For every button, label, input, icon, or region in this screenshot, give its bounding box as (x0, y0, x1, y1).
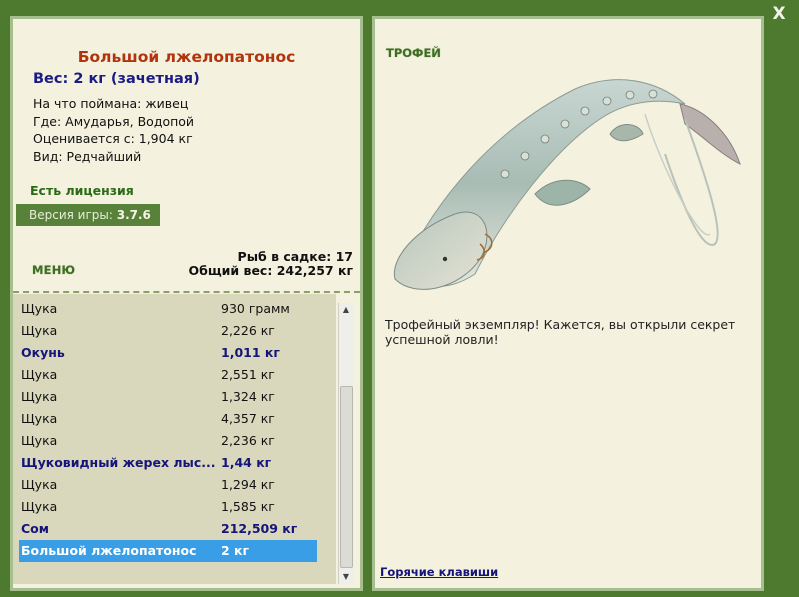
list-item-name: Щука (21, 389, 58, 404)
list-item-name: Щука (21, 301, 58, 316)
license-status: Есть лицензия (30, 183, 134, 198)
list-item[interactable]: Щука 930 грамм (19, 298, 317, 320)
version-bar: Версия игры: 3.7.6 (16, 204, 160, 226)
list-item-weight: 2,551 кг (221, 367, 275, 382)
list-item-selected[interactable]: Большой лжелопатонос 2 кг (19, 540, 317, 562)
scroll-thumb[interactable] (340, 386, 353, 568)
list-item[interactable]: Щука 2,551 кг (19, 364, 317, 386)
catch-list: Щука 930 грамм Щука 2,226 кг Окунь 1,011 кг Щу… (13, 294, 336, 584)
version-value: 3.7.6 (116, 208, 151, 222)
list-item-weight: 930 грамм (221, 301, 290, 316)
list-item[interactable]: Щука 2,236 кг (19, 430, 317, 452)
fish-weight: Вес: 2 кг (зачетная) (33, 71, 200, 87)
list-item-name: Окунь (21, 345, 65, 360)
fish-count: Рыб в садке: 17 (237, 249, 353, 264)
scroll-down-arrow-icon[interactable]: ▼ (339, 570, 353, 584)
list-item-name: Щука (21, 411, 58, 426)
trophy-label: ТРОФЕЙ (386, 46, 441, 60)
fish-title: Большой лжелопатонос (77, 48, 296, 66)
hotkeys-link[interactable]: Горячие клавиши (380, 565, 498, 579)
list-item-weight: 2,236 кг (221, 433, 275, 448)
divider (13, 291, 360, 293)
list-item-name: Большой лжелопатонос (21, 543, 197, 558)
detail-location: Где: Амударья, Водопой (33, 113, 195, 129)
list-item-name: Щука (21, 499, 58, 514)
list-item-weight: 4,357 кг (221, 411, 275, 426)
list-item-name: Щука (21, 323, 58, 338)
detail-min-weight: Оценивается с: 1,904 кг (33, 131, 193, 146)
list-item[interactable]: Щука 1,324 кг (19, 386, 317, 408)
close-button[interactable]: X (769, 4, 789, 24)
list-item[interactable]: Щука 1,294 кг (19, 474, 317, 496)
list-item-weight: 1,294 кг (221, 477, 275, 492)
list-item[interactable]: Щуковидный жерех лыс... 1,44 кг (19, 452, 317, 474)
list-item[interactable]: Щука 2,226 кг (19, 320, 317, 342)
list-item-weight: 1,011 кг (221, 345, 280, 360)
version-label: Версия игры: (29, 208, 113, 222)
list-item-weight: 212,509 кг (221, 521, 298, 536)
total-weight: Общий вес: 242,257 кг (188, 263, 354, 278)
trophy-message: Трофейный экземпляр! Кажется, вы открыли… (385, 317, 736, 347)
fish-info-panel: Большой лжелопатонос Вес: 2 кг (зачетная… (10, 16, 363, 591)
list-item[interactable]: Сом 212,509 кг (19, 518, 317, 540)
menu-button[interactable]: МЕНЮ (32, 263, 75, 277)
list-item[interactable]: Окунь 1,011 кг (19, 342, 317, 364)
fish-trophy-image (393, 79, 741, 290)
catch-list-scrollbar[interactable]: ▲ ▼ (338, 303, 353, 584)
list-item-weight: 2 кг (221, 543, 250, 558)
list-item-weight: 1,324 кг (221, 389, 275, 404)
trophy-panel: ТРОФЕЙ Трофейный экземпляр! Кажется, вы … (372, 16, 764, 591)
list-item-name: Щука (21, 367, 58, 382)
list-item[interactable]: Щука 1,585 кг (19, 496, 317, 518)
keepnet-stats: Рыб в садке: 17 Общий вес: 242,257 кг (189, 250, 354, 278)
list-item-weight: 1,44 кг (221, 455, 272, 470)
list-item[interactable]: Щука 4,357 кг (19, 408, 317, 430)
detail-bait: На что поймана: живец (33, 96, 189, 111)
list-item-name: Щука (21, 433, 58, 448)
list-item-weight: 1,585 кг (221, 499, 275, 514)
detail-species-rarity: Вид: Редчайший (33, 148, 142, 164)
list-item-name: Щука (21, 477, 58, 492)
list-item-name: Сом (21, 521, 49, 536)
list-item-weight: 2,226 кг (221, 323, 275, 338)
fish-details: На что поймана: живец Где: Амударья, Вод… (33, 95, 194, 165)
list-item-name: Щуковидный жерех лыс... (21, 455, 216, 470)
scroll-up-arrow-icon[interactable]: ▲ (339, 303, 353, 317)
